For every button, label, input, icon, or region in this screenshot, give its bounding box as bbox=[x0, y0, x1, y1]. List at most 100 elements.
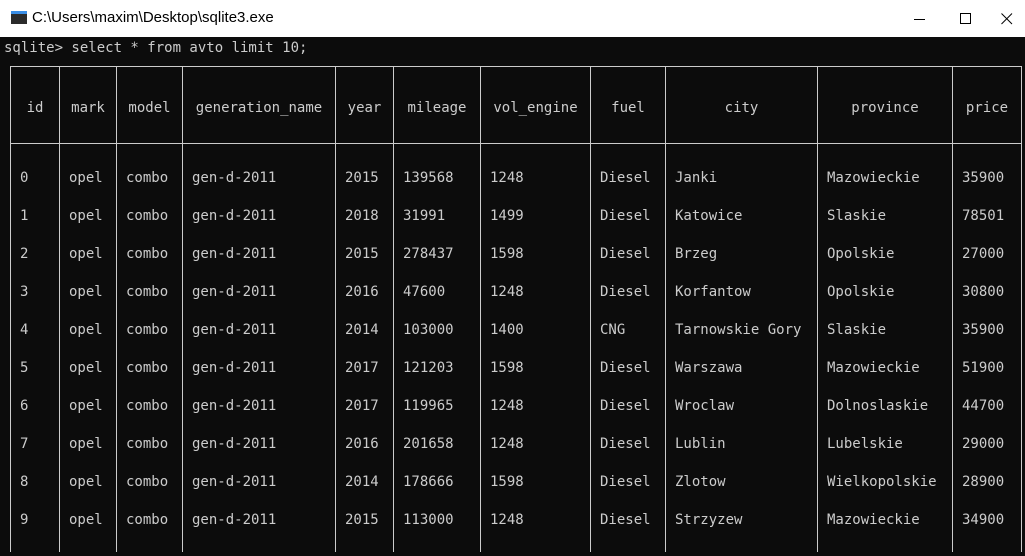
close-button[interactable] bbox=[989, 0, 1025, 37]
table-cell: Diesel bbox=[600, 246, 651, 262]
column-header: city bbox=[724, 100, 759, 116]
table-cell: gen-d-2011 bbox=[192, 208, 277, 224]
table-cell: gen-d-2011 bbox=[192, 322, 277, 338]
table-cell: gen-d-2011 bbox=[192, 170, 277, 186]
table-cell: 44700 bbox=[962, 398, 1005, 414]
table-cell: combo bbox=[126, 208, 169, 224]
table-cell: Zlotow bbox=[675, 474, 726, 490]
table-cell: 201658 bbox=[403, 436, 454, 452]
title-bar[interactable]: C:\Users\maxim\Desktop\sqlite3.exe bbox=[0, 0, 1025, 37]
table-cell: combo bbox=[126, 360, 169, 376]
column-header: fuel bbox=[611, 100, 645, 116]
table-cell: opel bbox=[69, 322, 103, 338]
table-cell: Wroclaw bbox=[675, 398, 735, 414]
table-cell: 30800 bbox=[962, 284, 1005, 300]
table-cell: 2015 bbox=[345, 512, 379, 528]
table-cell: Brzeg bbox=[675, 246, 718, 262]
table-cell: Diesel bbox=[600, 170, 651, 186]
table-cell: 2017 bbox=[345, 360, 379, 376]
table-cell: 1248 bbox=[490, 436, 524, 452]
table-cell: 9 bbox=[20, 512, 29, 528]
table-cell: Diesel bbox=[600, 436, 651, 452]
table-cell: opel bbox=[69, 436, 103, 452]
table-cell: 103000 bbox=[403, 322, 454, 338]
maximize-icon bbox=[960, 12, 971, 24]
table-cell: Janki bbox=[675, 170, 718, 186]
table-cell: combo bbox=[126, 322, 169, 338]
table-cell: 2018 bbox=[345, 208, 379, 224]
table-cell: 8 bbox=[20, 474, 29, 490]
table-cell: combo bbox=[126, 398, 169, 414]
table-cell: 1499 bbox=[490, 208, 524, 224]
table-cell: combo bbox=[126, 474, 169, 490]
table-cell: 1248 bbox=[490, 284, 524, 300]
console-app-icon bbox=[11, 11, 27, 24]
table-cell: Diesel bbox=[600, 474, 651, 490]
table-cell: 27000 bbox=[962, 246, 1005, 262]
table-cell: 121203 bbox=[403, 360, 454, 376]
table-cell: gen-d-2011 bbox=[192, 284, 277, 300]
table-cell: 47600 bbox=[403, 284, 446, 300]
column-header: year bbox=[347, 100, 382, 116]
maximize-button[interactable] bbox=[943, 0, 989, 37]
table-cell: 1598 bbox=[490, 360, 524, 376]
table-cell: gen-d-2011 bbox=[192, 512, 277, 528]
table-cell: 31991 bbox=[403, 208, 446, 224]
table-cell: Diesel bbox=[600, 208, 651, 224]
table-cell: opel bbox=[69, 398, 103, 414]
table-cell: gen-d-2011 bbox=[192, 436, 277, 452]
table-cell: CNG bbox=[600, 322, 626, 338]
table-cell: 2014 bbox=[345, 474, 379, 490]
column-header: id bbox=[26, 100, 44, 116]
table-cell: opel bbox=[69, 170, 103, 186]
table-cell: 2017 bbox=[345, 398, 379, 414]
table-cell: Wielkopolskie bbox=[827, 474, 937, 490]
table-cell: 7 bbox=[20, 436, 29, 452]
table-cell: Slaskie bbox=[827, 208, 887, 224]
column-header: mileage bbox=[407, 100, 467, 116]
table-cell: 34900 bbox=[962, 512, 1005, 528]
table-cell: 4 bbox=[20, 322, 29, 338]
column-header: model bbox=[128, 100, 171, 116]
table-cell: 35900 bbox=[962, 322, 1005, 338]
table-cell: 113000 bbox=[403, 512, 454, 528]
console-output[interactable]: sqlite> select * from avto limit 10; id m… bbox=[0, 37, 1025, 556]
table-cell: Diesel bbox=[600, 360, 651, 376]
table-cell: opel bbox=[69, 512, 103, 528]
table-cell: 278437 bbox=[403, 246, 454, 262]
table-cell: 2016 bbox=[345, 436, 379, 452]
table-cell: 139568 bbox=[403, 170, 454, 186]
table-cell: Lublin bbox=[675, 436, 726, 452]
table-cell: gen-d-2011 bbox=[192, 360, 277, 376]
result-table: id mark model generation_name year mileage vol… bbox=[0, 37, 1025, 556]
table-cell: Mazowieckie bbox=[827, 360, 920, 376]
table-cell: Diesel bbox=[600, 284, 651, 300]
column-header: vol_engine bbox=[493, 100, 578, 116]
table-cell: 0 bbox=[20, 170, 29, 186]
table-cell: Diesel bbox=[600, 512, 651, 528]
table-cell: 51900 bbox=[962, 360, 1005, 376]
column-header: price bbox=[965, 100, 1009, 116]
table-cell: Warszawa bbox=[675, 360, 743, 376]
table-cell: 1248 bbox=[490, 512, 524, 528]
table-cell: Lubelskie bbox=[827, 436, 903, 452]
table-cell: 3 bbox=[20, 284, 29, 300]
table-cell: 1400 bbox=[490, 322, 524, 338]
minimize-button[interactable] bbox=[897, 0, 943, 37]
table-cell: 6 bbox=[20, 398, 29, 414]
table-cell: 5 bbox=[20, 360, 29, 376]
table-cell: gen-d-2011 bbox=[192, 398, 277, 414]
table-cell: combo bbox=[126, 436, 169, 452]
table-cell: 2016 bbox=[345, 284, 379, 300]
table-cell: 1598 bbox=[490, 474, 524, 490]
table-cell: Strzyzew bbox=[675, 512, 743, 528]
table-cell: opel bbox=[69, 208, 103, 224]
table-cell: combo bbox=[126, 284, 169, 300]
table-cell: Slaskie bbox=[827, 322, 887, 338]
minimize-icon bbox=[914, 18, 925, 20]
table-cell: combo bbox=[126, 246, 169, 262]
table-cell: opel bbox=[69, 284, 103, 300]
table-cell: Diesel bbox=[600, 398, 651, 414]
table-cell: 119965 bbox=[403, 398, 454, 414]
table-cell: gen-d-2011 bbox=[192, 246, 277, 262]
